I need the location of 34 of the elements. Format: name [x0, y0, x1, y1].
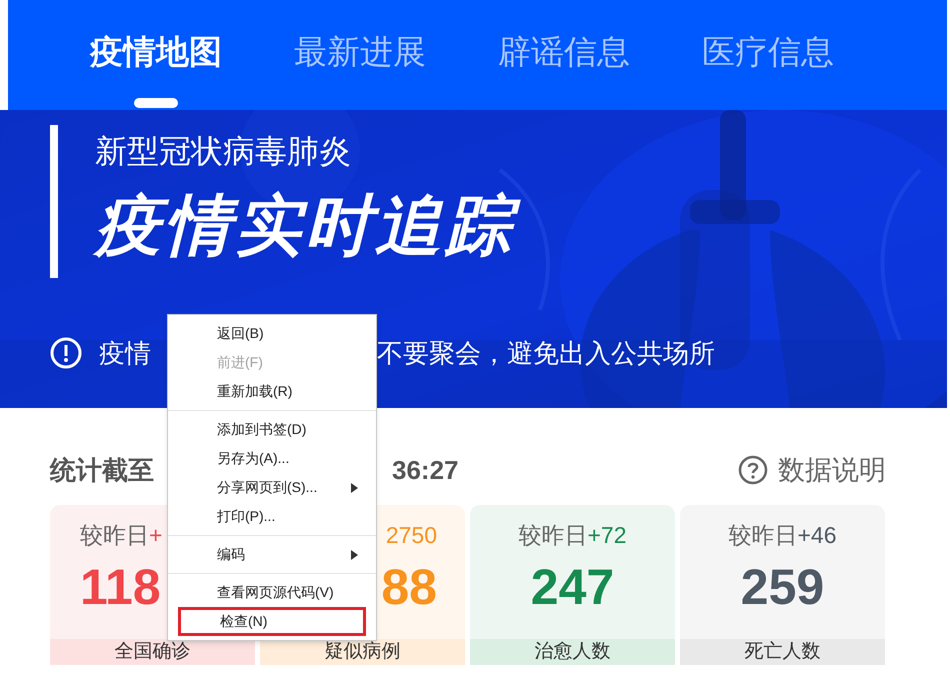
- exclamation-icon: [50, 337, 82, 369]
- delta-text: 较昨日+72: [518, 521, 626, 550]
- banner-title: 疫情实时追踪: [95, 185, 531, 265]
- stat-label: 全国确诊: [114, 640, 190, 664]
- stat-label: 治愈人数: [534, 640, 610, 664]
- stat-label: 疑似病例: [324, 640, 400, 664]
- menu-item[interactable]: 分享网页到(S)...: [178, 473, 366, 502]
- menu-item[interactable]: 打印(P)...: [178, 502, 366, 531]
- menu-item[interactable]: 查看网页源代码(V): [178, 578, 366, 607]
- submenu-arrow-icon: [351, 550, 358, 560]
- menu-item[interactable]: 添加到书签(D): [178, 415, 366, 444]
- menu-item[interactable]: 另存为(A)...: [178, 444, 366, 473]
- menu-item[interactable]: 检查(N): [178, 607, 366, 636]
- data-info-link[interactable]: 数据说明: [738, 450, 886, 490]
- help-icon: [738, 455, 768, 485]
- tab[interactable]: 疫情地图: [90, 28, 222, 76]
- notice-text: 疫情: [99, 337, 151, 370]
- stat-number: 118: [80, 558, 161, 617]
- stats-time: 统计截至: [50, 454, 154, 486]
- menu-item[interactable]: 返回(B): [178, 319, 366, 348]
- delta-text: 较昨日+: [80, 521, 162, 550]
- delta-text: 较昨日+46: [728, 521, 836, 550]
- stat-label: 死亡人数: [744, 640, 820, 664]
- stat-number: 259: [740, 558, 824, 617]
- banner-subtitle: 新型冠状病毒肺炎: [95, 132, 352, 171]
- submenu-arrow-icon: [351, 482, 358, 492]
- stat-number: 88: [381, 558, 437, 617]
- delta-text: 2750: [386, 521, 437, 550]
- menu-item[interactable]: 编码: [178, 540, 366, 569]
- stats-time: 36:27: [392, 454, 458, 486]
- notice-text: 不要聚会，避免出入公共场所: [377, 337, 715, 370]
- tab-indicator: [134, 98, 178, 108]
- menu-item[interactable]: 重新加载(R): [178, 377, 366, 406]
- stat-number: 247: [530, 558, 614, 617]
